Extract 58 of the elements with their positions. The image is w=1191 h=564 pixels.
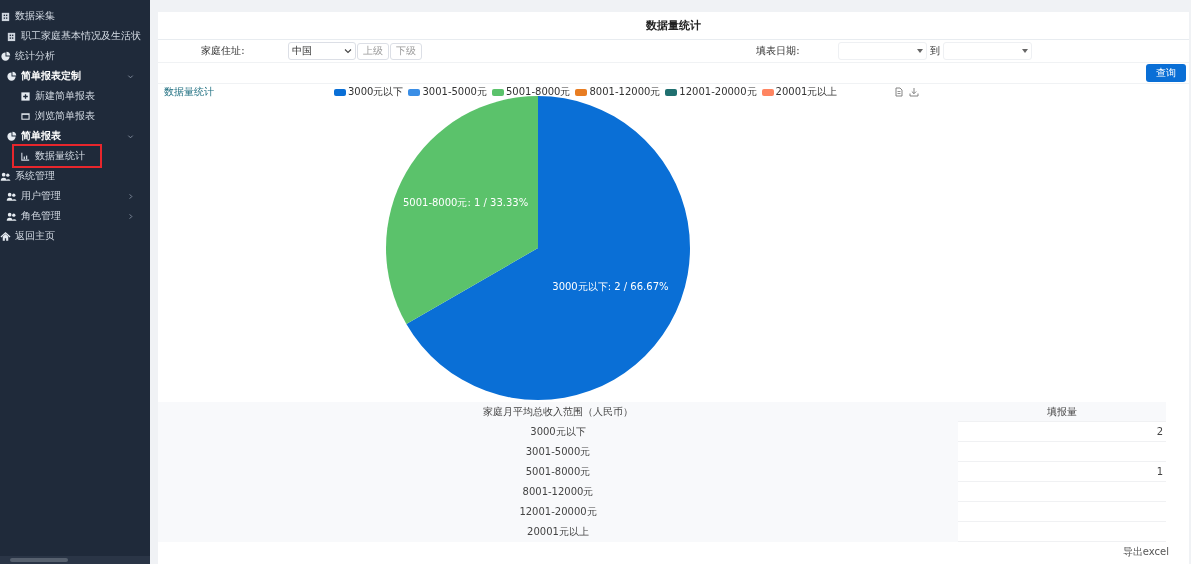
- plus-square-icon: [20, 90, 31, 102]
- menu-item[interactable]: 新建简单报表: [0, 86, 150, 106]
- users-icon: [6, 190, 17, 202]
- legend-item[interactable]: 5001-8000元: [491, 85, 571, 99]
- table-cell: 20001元以上: [158, 522, 958, 542]
- table-cell: 1: [958, 462, 1166, 482]
- date-field[interactable]: [838, 42, 927, 60]
- chevron-icon: [344, 47, 352, 55]
- table-cell: 2: [958, 422, 1166, 442]
- menu-item[interactable]: 统计分析: [0, 46, 150, 66]
- pie-chart-icon: [6, 130, 17, 142]
- users-icon: [6, 210, 17, 222]
- pie-chart-icon: [0, 50, 11, 62]
- field-label: 家庭住址:: [200, 44, 246, 58]
- menu-item[interactable]: 角色管理: [0, 206, 150, 226]
- caret-icon: [917, 49, 923, 53]
- address-select[interactable]: 中国: [288, 42, 356, 60]
- menu-item[interactable]: 返回主页: [0, 226, 150, 246]
- slice-label: 3000元以下: 2 / 66.67%: [552, 280, 669, 292]
- export-link[interactable]: 导出excel: [1122, 545, 1169, 559]
- menu-item[interactable]: 简单报表定制: [0, 66, 150, 86]
- slice-label: 5001-8000元: 1 / 33.33%: [402, 197, 529, 209]
- building-icon: [6, 30, 17, 42]
- download-icon[interactable]: [909, 87, 919, 97]
- table-cell: 12001-20000元: [158, 502, 958, 522]
- legend-item[interactable]: 20001元以上: [761, 85, 838, 99]
- range-separator: 到: [930, 44, 940, 58]
- column-header: 填报量: [958, 402, 1166, 422]
- menu-item[interactable]: 数据采集: [0, 6, 150, 26]
- field-label: 填表日期:: [755, 44, 801, 58]
- menu-item[interactable]: 职工家庭基本情况及生活状: [0, 26, 150, 46]
- query-button[interactable]: 查询: [1146, 64, 1186, 82]
- table-cell: 8001-12000元: [158, 482, 958, 502]
- menu-item[interactable]: 浏览简单报表: [0, 106, 150, 126]
- legend-item[interactable]: 12001-20000元: [665, 85, 757, 99]
- pie-slice[interactable]: [386, 96, 538, 324]
- menu-item[interactable]: 用户管理: [0, 186, 150, 206]
- chart-title: 数据量统计: [163, 85, 215, 99]
- column-header: 家庭月平均总收入范围（人民币）: [158, 402, 958, 422]
- menu-item[interactable]: 系统管理: [0, 166, 150, 186]
- legend-item[interactable]: 8001-12000元: [575, 85, 661, 99]
- caret-icon: [1022, 49, 1028, 53]
- pie-chart-icon: [6, 70, 17, 82]
- users-icon: [0, 170, 11, 182]
- table-cell: 5001-8000元: [158, 462, 958, 482]
- window-icon: [20, 110, 31, 122]
- menu-item[interactable]: 数据量统计: [14, 146, 100, 166]
- page-title: 数据量统计: [158, 12, 1189, 40]
- table-cell: 3000元以下: [158, 422, 958, 442]
- table-cell: 3001-5000元: [158, 442, 958, 462]
- bar-chart-icon: [20, 150, 31, 162]
- home-icon: [0, 230, 11, 242]
- data-view-icon[interactable]: [894, 87, 904, 97]
- legend-item[interactable]: 3000元以下: [334, 85, 404, 99]
- legend-item[interactable]: 3001-5000元: [408, 85, 487, 99]
- date-field[interactable]: [943, 42, 1032, 60]
- scrollbar-thumb[interactable]: [10, 558, 68, 562]
- menu-item[interactable]: 简单报表: [0, 126, 150, 146]
